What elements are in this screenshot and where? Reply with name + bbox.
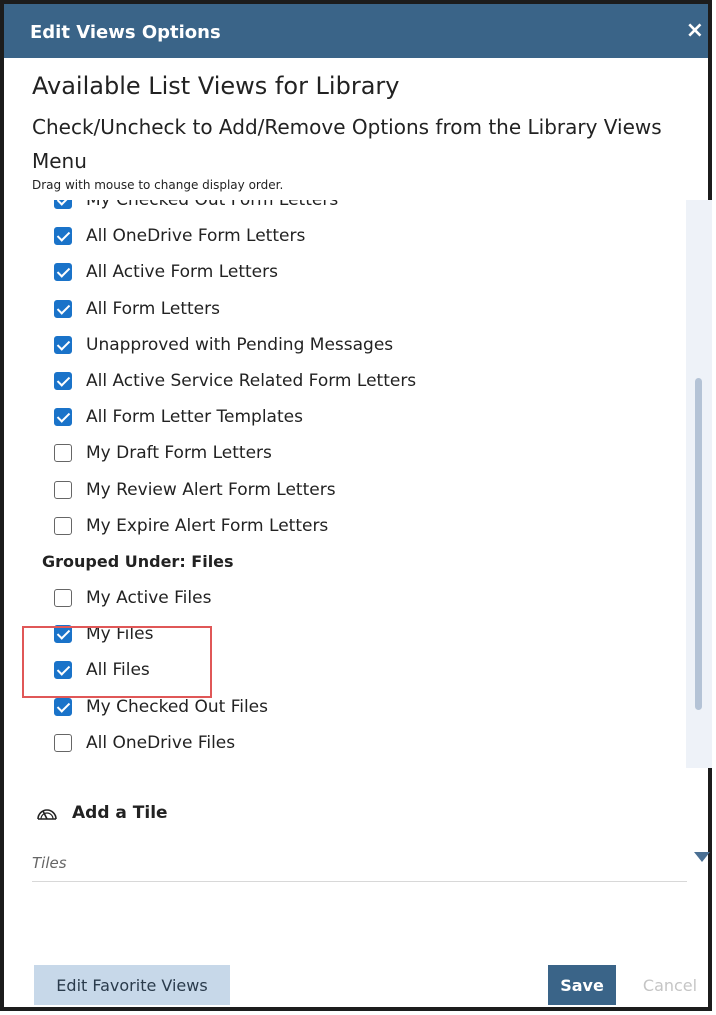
list-item-label: My Files: [86, 624, 154, 645]
group-header-files: Grouped Under: Files: [42, 552, 234, 572]
chevron-down-icon[interactable]: [694, 852, 710, 862]
checkbox-unchecked[interactable]: [54, 444, 72, 463]
checkbox-checked[interactable]: [54, 625, 72, 644]
list-item[interactable]: All OneDrive Files: [32, 725, 687, 761]
dialog-titlebar: Edit Views Options ×: [4, 0, 708, 58]
list-item-label: My Draft Form Letters: [86, 443, 272, 464]
checkbox-unchecked[interactable]: [54, 516, 72, 535]
list-item-label: My Active Files: [86, 587, 212, 608]
list-item[interactable]: All OneDrive Form Letters: [32, 218, 687, 254]
tiles-select[interactable]: Tiles: [32, 844, 687, 882]
checkbox-unchecked[interactable]: [54, 480, 72, 499]
drag-hint: Drag with mouse to change display order.: [32, 178, 284, 192]
checkbox-checked[interactable]: [54, 200, 72, 210]
scrollbar-thumb[interactable]: [695, 378, 702, 710]
list-item[interactable]: My Checked Out Files: [32, 688, 687, 724]
add-tile-label: Add a Tile: [72, 803, 168, 823]
add-tile-header: Add a Tile: [36, 803, 168, 823]
list-item-label: All Files: [86, 660, 150, 681]
checkbox-checked[interactable]: [54, 263, 72, 282]
checkbox-checked[interactable]: [54, 372, 72, 391]
section-subheading: Check/Uncheck to Add/Remove Options from…: [32, 115, 662, 173]
list-item[interactable]: My Review Alert Form Letters: [32, 472, 687, 508]
cancel-button[interactable]: Cancel: [636, 965, 704, 1005]
checkbox-checked[interactable]: [54, 227, 72, 246]
list-item-label: All Active Service Related Form Letters: [86, 371, 417, 392]
list-item[interactable]: My Checked Out Form Letters: [32, 200, 687, 218]
list-item[interactable]: All Form Letter Templates: [32, 399, 687, 435]
list-item[interactable]: My Active Files: [32, 580, 687, 616]
list-item[interactable]: All Active Service Related Form Letters: [32, 363, 687, 399]
list-item[interactable]: All Form Letters: [32, 291, 687, 327]
scrollbar-track[interactable]: [686, 200, 712, 768]
checkbox-checked[interactable]: [54, 661, 72, 680]
list-item-label: All Form Letter Templates: [86, 407, 303, 428]
list-item-label: All OneDrive Form Letters: [86, 226, 306, 247]
list-item-label: My Checked Out Form Letters: [86, 200, 339, 211]
list-item[interactable]: All Files: [32, 652, 687, 688]
list-item-label: My Checked Out Files: [86, 696, 269, 717]
list-item-label: All OneDrive Files: [86, 732, 236, 753]
list-item[interactable]: Unapproved with Pending Messages: [32, 327, 687, 363]
list-item[interactable]: My Expire Alert Form Letters: [32, 508, 687, 544]
list-item[interactable]: All Active Form Letters: [32, 254, 687, 290]
views-list-inner: My Checked Out Form Letters All OneDrive …: [32, 200, 687, 761]
save-button[interactable]: Save: [548, 965, 616, 1005]
checkbox-checked[interactable]: [54, 335, 72, 354]
checkbox-unchecked[interactable]: [54, 733, 72, 752]
list-item-label: Unapproved with Pending Messages: [86, 334, 394, 355]
list-item[interactable]: My Draft Form Letters: [32, 435, 687, 471]
list-item-label: My Review Alert Form Letters: [86, 479, 336, 500]
list-item-label: All Form Letters: [86, 298, 220, 319]
checkbox-unchecked[interactable]: [54, 588, 72, 607]
checkbox-checked[interactable]: [54, 697, 72, 716]
close-icon[interactable]: ×: [686, 20, 704, 42]
gauge-icon: [37, 809, 57, 820]
list-item-label: All Active Form Letters: [86, 262, 278, 283]
tiles-placeholder: Tiles: [32, 854, 67, 872]
views-list[interactable]: My Checked Out Form Letters All OneDrive …: [32, 200, 687, 768]
list-item[interactable]: My Files: [32, 616, 687, 652]
section-heading: Available List Views for Library: [32, 72, 400, 100]
checkbox-checked[interactable]: [54, 299, 72, 318]
list-item-label: My Expire Alert Form Letters: [86, 515, 329, 536]
edit-favorite-views-button[interactable]: Edit Favorite Views: [34, 965, 230, 1005]
checkbox-checked[interactable]: [54, 408, 72, 427]
dialog-title: Edit Views Options: [30, 22, 221, 43]
edit-views-dialog: Edit Views Options × Available List View…: [0, 0, 712, 1011]
